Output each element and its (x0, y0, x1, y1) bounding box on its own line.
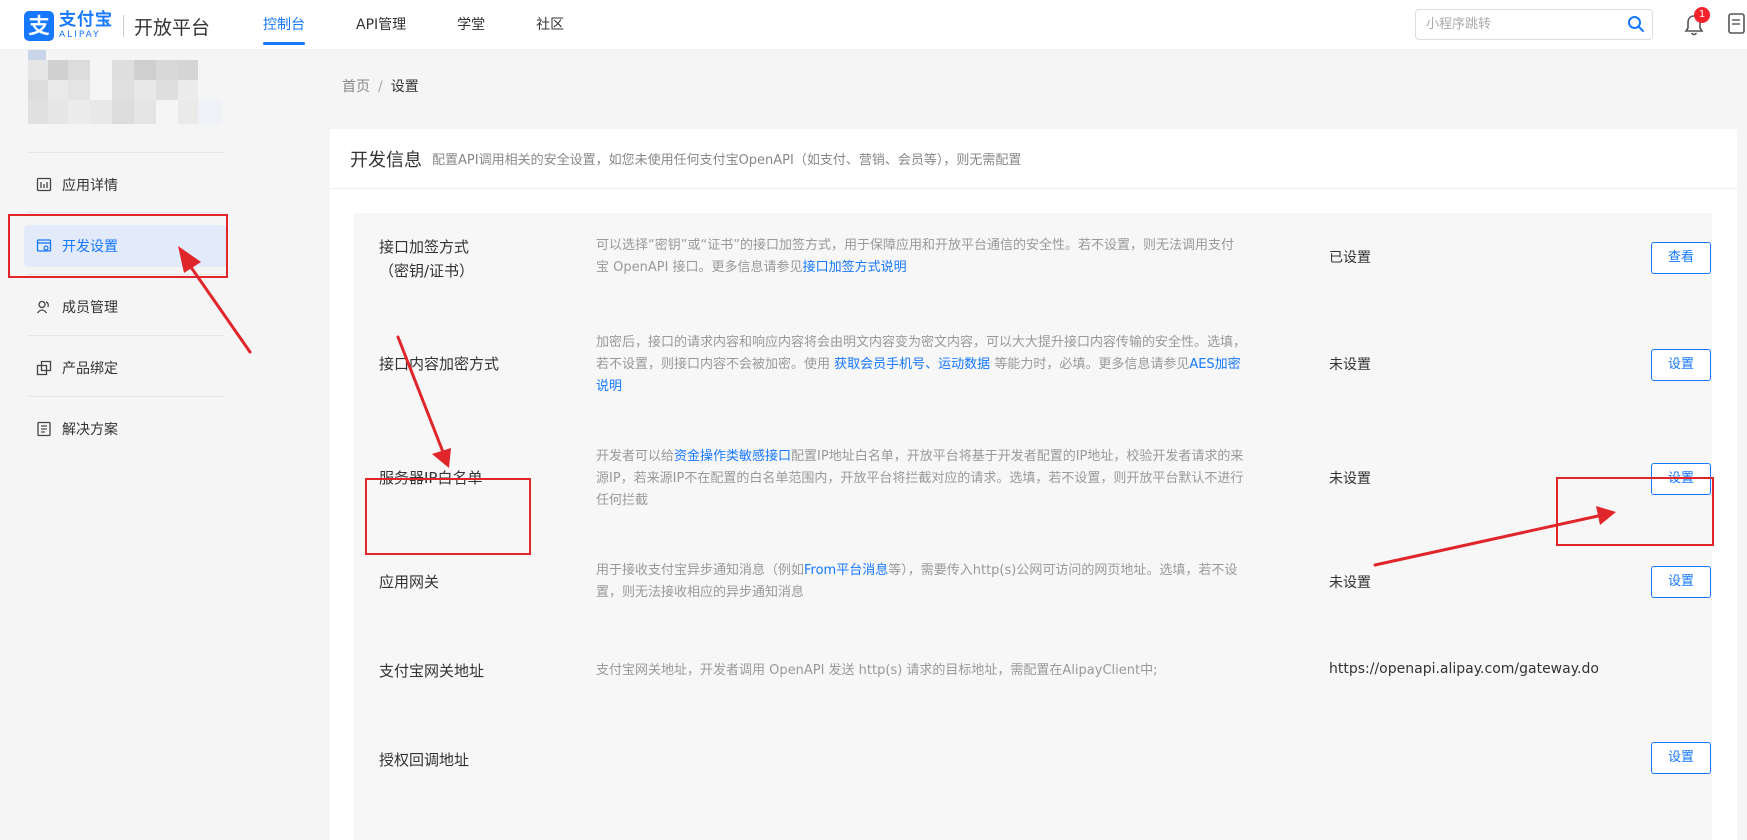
platform-name: 开放平台 (134, 16, 211, 39)
sidebar-item-label: 成员管理 (62, 300, 118, 316)
sidebar-item-solutions[interactable]: 解决方案 (24, 408, 227, 450)
set-encryption-button[interactable]: 设置 (1651, 349, 1711, 381)
view-sign-method-button[interactable]: 查看 (1651, 242, 1711, 274)
status-text: 未设置 (1329, 471, 1371, 487)
sidebar: 应用详情 开发设置 成员管理 产品绑定 解决方案 (0, 50, 250, 840)
settings-list: 接口加签方式 （密钥/证书） 可以选择“密钥”或“证书”的接口加签方式，用于保障… (354, 213, 1712, 840)
row-name-line1: 接口加签方式 (379, 238, 470, 256)
row-description: 开发者可以给资金操作类敏感接口配置IP地址白名单，开放平台将基于开发者配置的IP… (596, 446, 1246, 512)
sensitive-api-link[interactable]: 资金操作类敏感接口 (674, 449, 791, 464)
desc-text: 用于接收支付宝异步通知消息（例如 (596, 563, 805, 578)
desc-separator: 、 (925, 357, 939, 372)
notification-badge: 1 (1694, 7, 1710, 23)
nav-console[interactable]: 控制台 (263, 0, 305, 50)
row-description: 支付宝网关地址，开发者调用 OpenAPI 发送 http(s) 请求的目标地址… (596, 663, 1158, 678)
row-name: 应用网关 (379, 573, 440, 591)
top-nav: 控制台 API管理 学堂 社区 (263, 0, 615, 50)
app-detail-icon (36, 177, 52, 193)
annotation-box-set-button (1556, 477, 1714, 546)
settings-row-encryption: 接口内容加密方式 加密后，接口的请求内容和响应内容将会由明文内容变为密文内容，可… (354, 323, 1712, 438)
row-name: 支付宝网关地址 (379, 662, 485, 680)
sidebar-divider (28, 335, 224, 336)
settings-row-app-gateway: 应用网关 用于接收支付宝异步通知消息（例如From平台消息等），需要传入http… (354, 553, 1712, 638)
page-title: 开发信息 (350, 149, 422, 171)
sidebar-divider (28, 396, 224, 397)
sidebar-item-label: 产品绑定 (62, 361, 118, 377)
card-header: 开发信息 配置API调用相关的安全设置，如您未使用任何支付宝OpenAPI（如支… (330, 129, 1737, 189)
annotation-box-sidebar (8, 214, 228, 278)
row-name: 接口加签方式 （密钥/证书） (379, 235, 529, 283)
row-name: 接口内容加密方式 (379, 355, 500, 373)
row-description: 加密后，接口的请求内容和响应内容将会由明文内容变为密文内容，可以大大提升接口内容… (596, 332, 1246, 398)
alipay-logo-icon: 支 (24, 11, 54, 41)
alipay-logo[interactable]: 支 支付宝 ALIPAY 开放平台 (24, 11, 210, 41)
sidebar-item-product-binding[interactable]: 产品绑定 (24, 347, 227, 389)
gateway-url: https://openapi.alipay.com/gateway.do (1329, 661, 1599, 677)
from-platform-msg-link[interactable]: From平台消息 (804, 563, 888, 578)
logo-divider (123, 15, 124, 37)
desc-text: 可以选择“密钥”或“证书”的接口加签方式，用于保障应用和开放平台通信的安全性。若… (596, 238, 1234, 275)
status-text: 未设置 (1329, 575, 1371, 591)
breadcrumb-current: 设置 (390, 79, 419, 95)
page-description: 配置API调用相关的安全设置，如您未使用任何支付宝OpenAPI（如支付、营销、… (432, 153, 1022, 168)
member-phone-link[interactable]: 获取会员手机号 (834, 357, 925, 372)
sidebar-item-label: 应用详情 (62, 178, 118, 194)
search-box (1415, 9, 1653, 40)
nav-api-management[interactable]: API管理 (356, 0, 406, 50)
row-name: 授权回调地址 (379, 751, 470, 769)
settings-row-sign-method: 接口加签方式 （密钥/证书） 可以选择“密钥”或“证书”的接口加签方式，用于保障… (354, 213, 1712, 323)
breadcrumb-separator: / (378, 79, 383, 95)
sport-data-link[interactable]: 运动数据 (938, 357, 990, 372)
settings-row-auth-callback: 授权回调地址 设置 (354, 728, 1712, 840)
members-icon (36, 299, 52, 315)
desc-text: 开发者可以给 (596, 449, 675, 464)
annotation-box-ip-whitelist (365, 478, 531, 555)
row-description: 用于接收支付宝异步通知消息（例如From平台消息等），需要传入http(s)公网… (596, 560, 1246, 604)
sidebar-divider (28, 152, 224, 153)
status-text: 已设置 (1329, 250, 1371, 266)
set-app-gateway-button[interactable]: 设置 (1651, 566, 1711, 598)
row-name-line2: （密钥/证书） (379, 262, 475, 280)
nav-academy[interactable]: 学堂 (457, 0, 485, 50)
settings-row-alipay-gateway: 支付宝网关地址 支付宝网关地址，开发者调用 OpenAPI 发送 http(s)… (354, 638, 1712, 728)
breadcrumb-home[interactable]: 首页 (342, 79, 370, 95)
row-description: 可以选择“密钥”或“证书”的接口加签方式，用于保障应用和开放平台通信的安全性。若… (596, 235, 1246, 279)
search-icon[interactable] (1627, 15, 1645, 37)
product-binding-icon (36, 360, 52, 376)
logo-en: ALIPAY (59, 30, 101, 40)
sidebar-item-app-detail[interactable]: 应用详情 (24, 164, 227, 206)
sidebar-divider (28, 212, 224, 213)
sidebar-item-label: 解决方案 (62, 422, 118, 438)
desc-text: 等能力时，必填。更多信息请参见 (990, 357, 1190, 372)
solutions-icon (36, 421, 52, 437)
document-icon[interactable] (1728, 13, 1747, 39)
status-text: 未设置 (1329, 357, 1371, 373)
breadcrumb: 首页 / 设置 (342, 76, 419, 96)
sign-method-doc-link[interactable]: 接口加签方式说明 (803, 260, 907, 275)
app-avatar-blurred (28, 50, 222, 124)
top-header: 支 支付宝 ALIPAY 开放平台 控制台 API管理 学堂 社区 1 (0, 0, 1747, 50)
dev-info-card: 开发信息 配置API调用相关的安全设置，如您未使用任何支付宝OpenAPI（如支… (330, 129, 1737, 840)
set-auth-callback-button[interactable]: 设置 (1651, 742, 1711, 774)
logo-cn: 支付宝 (59, 10, 113, 30)
settings-row-ip-whitelist: 服务器IP白名单 开发者可以给资金操作类敏感接口配置IP地址白名单，开放平台将基… (354, 438, 1712, 553)
search-input[interactable] (1426, 10, 1616, 39)
nav-community[interactable]: 社区 (536, 0, 564, 50)
logo-text: 支付宝 ALIPAY (59, 12, 113, 40)
sidebar-item-members[interactable]: 成员管理 (24, 286, 227, 328)
